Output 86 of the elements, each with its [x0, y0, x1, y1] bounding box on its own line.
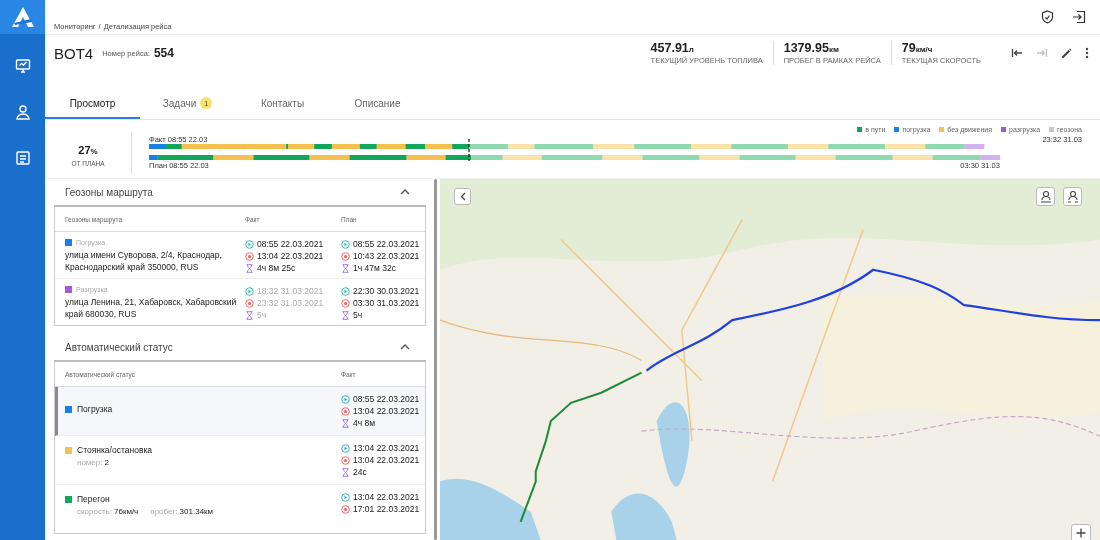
- stat-value: 1379.95: [783, 41, 829, 55]
- status-name: Погрузка: [77, 404, 113, 414]
- status-row[interactable]: Стоянка/остановка номер: 2 13:04 22.03.2021 13:04 22.03.2021 24с: [55, 436, 425, 485]
- stop-icon: [341, 504, 350, 514]
- stop-icon: [341, 251, 350, 261]
- person-pin-button[interactable]: [1036, 187, 1055, 206]
- tab[interactable]: Задачи 1: [140, 93, 235, 119]
- start-icon: [341, 239, 350, 249]
- collapse-icon[interactable]: [398, 342, 412, 352]
- stop-icon: [341, 298, 350, 308]
- time-value: 23:32 31.03.2021: [257, 298, 324, 308]
- start-icon: [341, 492, 350, 502]
- vehicle-name: BOT4: [54, 44, 94, 62]
- collapse-icon[interactable]: [398, 187, 412, 197]
- hourglass-icon: [341, 467, 350, 477]
- hourglass-icon: [245, 310, 254, 320]
- time-value: 03:30 31.03.2021: [353, 298, 420, 308]
- time-value: 13:04 22.03.2021: [257, 251, 324, 261]
- stop-icon: [341, 406, 350, 416]
- time-value: 10:43 22.03.2021: [353, 251, 420, 261]
- start-icon: [341, 443, 350, 453]
- tab[interactable]: Просмотр: [45, 93, 140, 119]
- status-name: Стоянка/остановка: [77, 445, 153, 455]
- status-row[interactable]: Погрузка 08:55 22.03.2021 13:04 22.03.2021 4ч 8м: [55, 387, 425, 436]
- section-title: Автоматический статус: [65, 341, 173, 353]
- stat-value: 79: [901, 41, 916, 55]
- time-value: 08:55 22.03.2021: [257, 239, 324, 249]
- progress-value: 27: [78, 143, 91, 156]
- time-value: 5ч: [257, 310, 267, 320]
- more-icon[interactable]: [1083, 45, 1091, 61]
- hourglass-icon: [341, 263, 350, 273]
- status-name: Перегон: [77, 494, 110, 504]
- first-icon[interactable]: [1009, 46, 1025, 60]
- time-value: 24с: [353, 467, 367, 477]
- plus-icon: [1076, 528, 1086, 538]
- time-value: 18:32 31.03.2021: [257, 286, 324, 296]
- shield-icon[interactable]: [1039, 8, 1056, 26]
- start-icon: [341, 286, 350, 296]
- section-title: Геозоны маршрута: [65, 186, 153, 198]
- geozone-address: улица Ленина, 21, Хабаровск, Хабаровский край 680030, RUS: [65, 296, 238, 320]
- start-icon: [245, 239, 254, 249]
- stop-icon: [245, 251, 254, 261]
- zoom-in-button[interactable]: [1071, 524, 1091, 540]
- time-value: 1ч 47м 32с: [353, 263, 396, 273]
- trip-number: 554: [153, 46, 174, 60]
- time-value: 5ч: [353, 310, 363, 320]
- stop-icon: [245, 298, 254, 308]
- detail-label: номер:: [77, 458, 103, 467]
- stat-unit: км: [828, 45, 839, 54]
- time-value: 08:55 22.03.2021: [353, 239, 420, 249]
- time-value: 13:04 22.03.2021: [353, 443, 420, 453]
- start-icon: [341, 394, 350, 404]
- detail-value: 76км/ч: [114, 507, 139, 516]
- time-value: 13:04 22.03.2021: [353, 455, 420, 465]
- hourglass-icon: [341, 310, 350, 320]
- time-value: 17:01 22.03.2021: [353, 504, 420, 514]
- stat-unit: л: [688, 45, 694, 54]
- tab[interactable]: Контакты: [235, 93, 330, 119]
- count-badge: 1: [200, 97, 213, 109]
- stop-icon: [341, 455, 350, 465]
- geozone-address: улица имени Суворова, 2/4, Краснодар, Краснодарский край 350000, RUS: [65, 249, 223, 273]
- detail-value: 2: [104, 458, 109, 467]
- time-value: 4ч 8м: [353, 418, 376, 428]
- time-value: 13:04 22.03.2021: [353, 492, 420, 502]
- person-pin-button[interactable]: [1063, 187, 1082, 206]
- detail-label: пробег:: [150, 507, 178, 516]
- tab[interactable]: Описание: [330, 93, 425, 119]
- hourglass-icon: [245, 263, 254, 273]
- time-value: 4ч 8м 25с: [257, 263, 296, 273]
- stat-value: 457.91: [650, 41, 689, 55]
- person-icon: [1066, 190, 1079, 203]
- hourglass-icon: [341, 418, 350, 428]
- collapse-panel-button[interactable]: [454, 188, 471, 205]
- time-value: 08:55 22.03.2021: [353, 394, 420, 404]
- time-value: 13:04 22.03.2021: [353, 406, 420, 416]
- status-row[interactable]: Перегон скорость: 76км/ч пробег: 301.34км 13:04 22.03.2021 17:01 22.03.2021: [55, 485, 425, 533]
- time-value: 22:30 30.03.2021: [353, 286, 420, 296]
- detail-label: скорость:: [77, 507, 112, 516]
- detail-value: 301.34км: [179, 507, 214, 516]
- person-icon: [1039, 190, 1052, 203]
- stat-unit: км/ч: [915, 45, 933, 54]
- logout-icon[interactable]: [1070, 8, 1088, 26]
- start-icon: [245, 286, 254, 296]
- chevron-left-icon: [459, 192, 466, 201]
- progress-unit: %: [90, 146, 98, 156]
- scrollbar[interactable]: [434, 179, 437, 540]
